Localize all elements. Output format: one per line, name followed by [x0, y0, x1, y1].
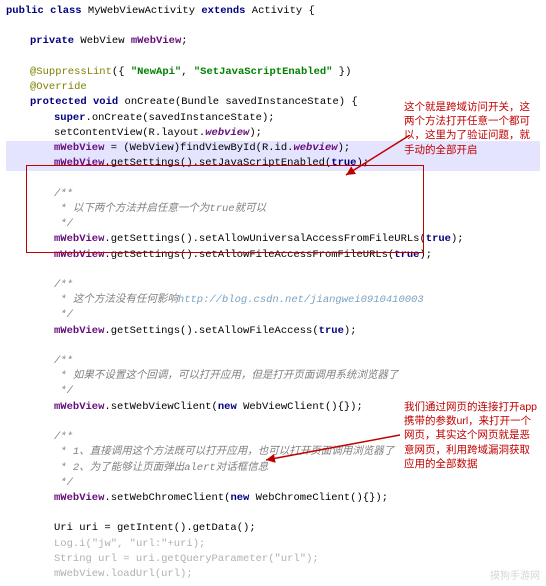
override: @Override	[6, 80, 540, 95]
allow-universal: mWebView.getSettings().setAllowUniversal…	[6, 232, 540, 247]
comment-close: */	[6, 308, 540, 323]
comment-body: * 如果不设置这个回调，可以打开应用，但是打开页面调用系统浏览器了	[6, 369, 540, 384]
comment-open: /**	[6, 354, 540, 369]
blank	[6, 50, 540, 65]
suppress-lint: @SuppressLint({ "NewApi", "SetJavaScript…	[6, 65, 540, 80]
annotation-malicious-url: 我们通过网页的连接打开app携带的参数url，来打开一个网页，其实这个网页就是恶…	[404, 400, 540, 471]
class-decl: public class MyWebViewActivity extends A…	[6, 4, 540, 19]
log: Log.i("jw", "url:"+uri);	[6, 537, 540, 552]
comment-body: * 以下两个方法并启任意一个为true就可以	[6, 202, 540, 217]
annotation-crossdomain: 这个就是跨域访问开关，这两个方法打开任意一个都可以，这里为了验证问题，就手动的全…	[404, 100, 540, 157]
comment-close: */	[6, 476, 540, 491]
blank	[6, 506, 540, 521]
allow-fileurls: mWebView.getSettings().setAllowFileAcces…	[6, 248, 540, 263]
blank	[6, 19, 540, 34]
get-param: String url = uri.getQueryParameter("url"…	[6, 552, 540, 567]
field-decl: private WebView mWebView;	[6, 34, 540, 49]
blank	[6, 263, 540, 278]
code-block: public class MyWebViewActivity extends A…	[6, 4, 540, 582]
comment-close: */	[6, 384, 540, 399]
get-uri: Uri uri = getIntent().getData();	[6, 521, 540, 536]
comment-close: */	[6, 217, 540, 232]
watermark: 摸狗手游网	[490, 570, 540, 585]
comment-open: /**	[6, 278, 540, 293]
comment-open: /**	[6, 187, 540, 202]
loadurl: mWebView.loadUrl(url);	[6, 567, 540, 582]
setjs: mWebView.getSettings().setJavaScriptEnab…	[6, 156, 540, 171]
comment-body: * 这个方法没有任何影响http://blog.csdn.net/jiangwe…	[6, 293, 540, 308]
allow-fileaccess: mWebView.getSettings().setAllowFileAcces…	[6, 324, 540, 339]
set-webchromeclient: mWebView.setWebChromeClient(new WebChrom…	[6, 491, 540, 506]
blank	[6, 339, 540, 354]
blank	[6, 171, 540, 186]
